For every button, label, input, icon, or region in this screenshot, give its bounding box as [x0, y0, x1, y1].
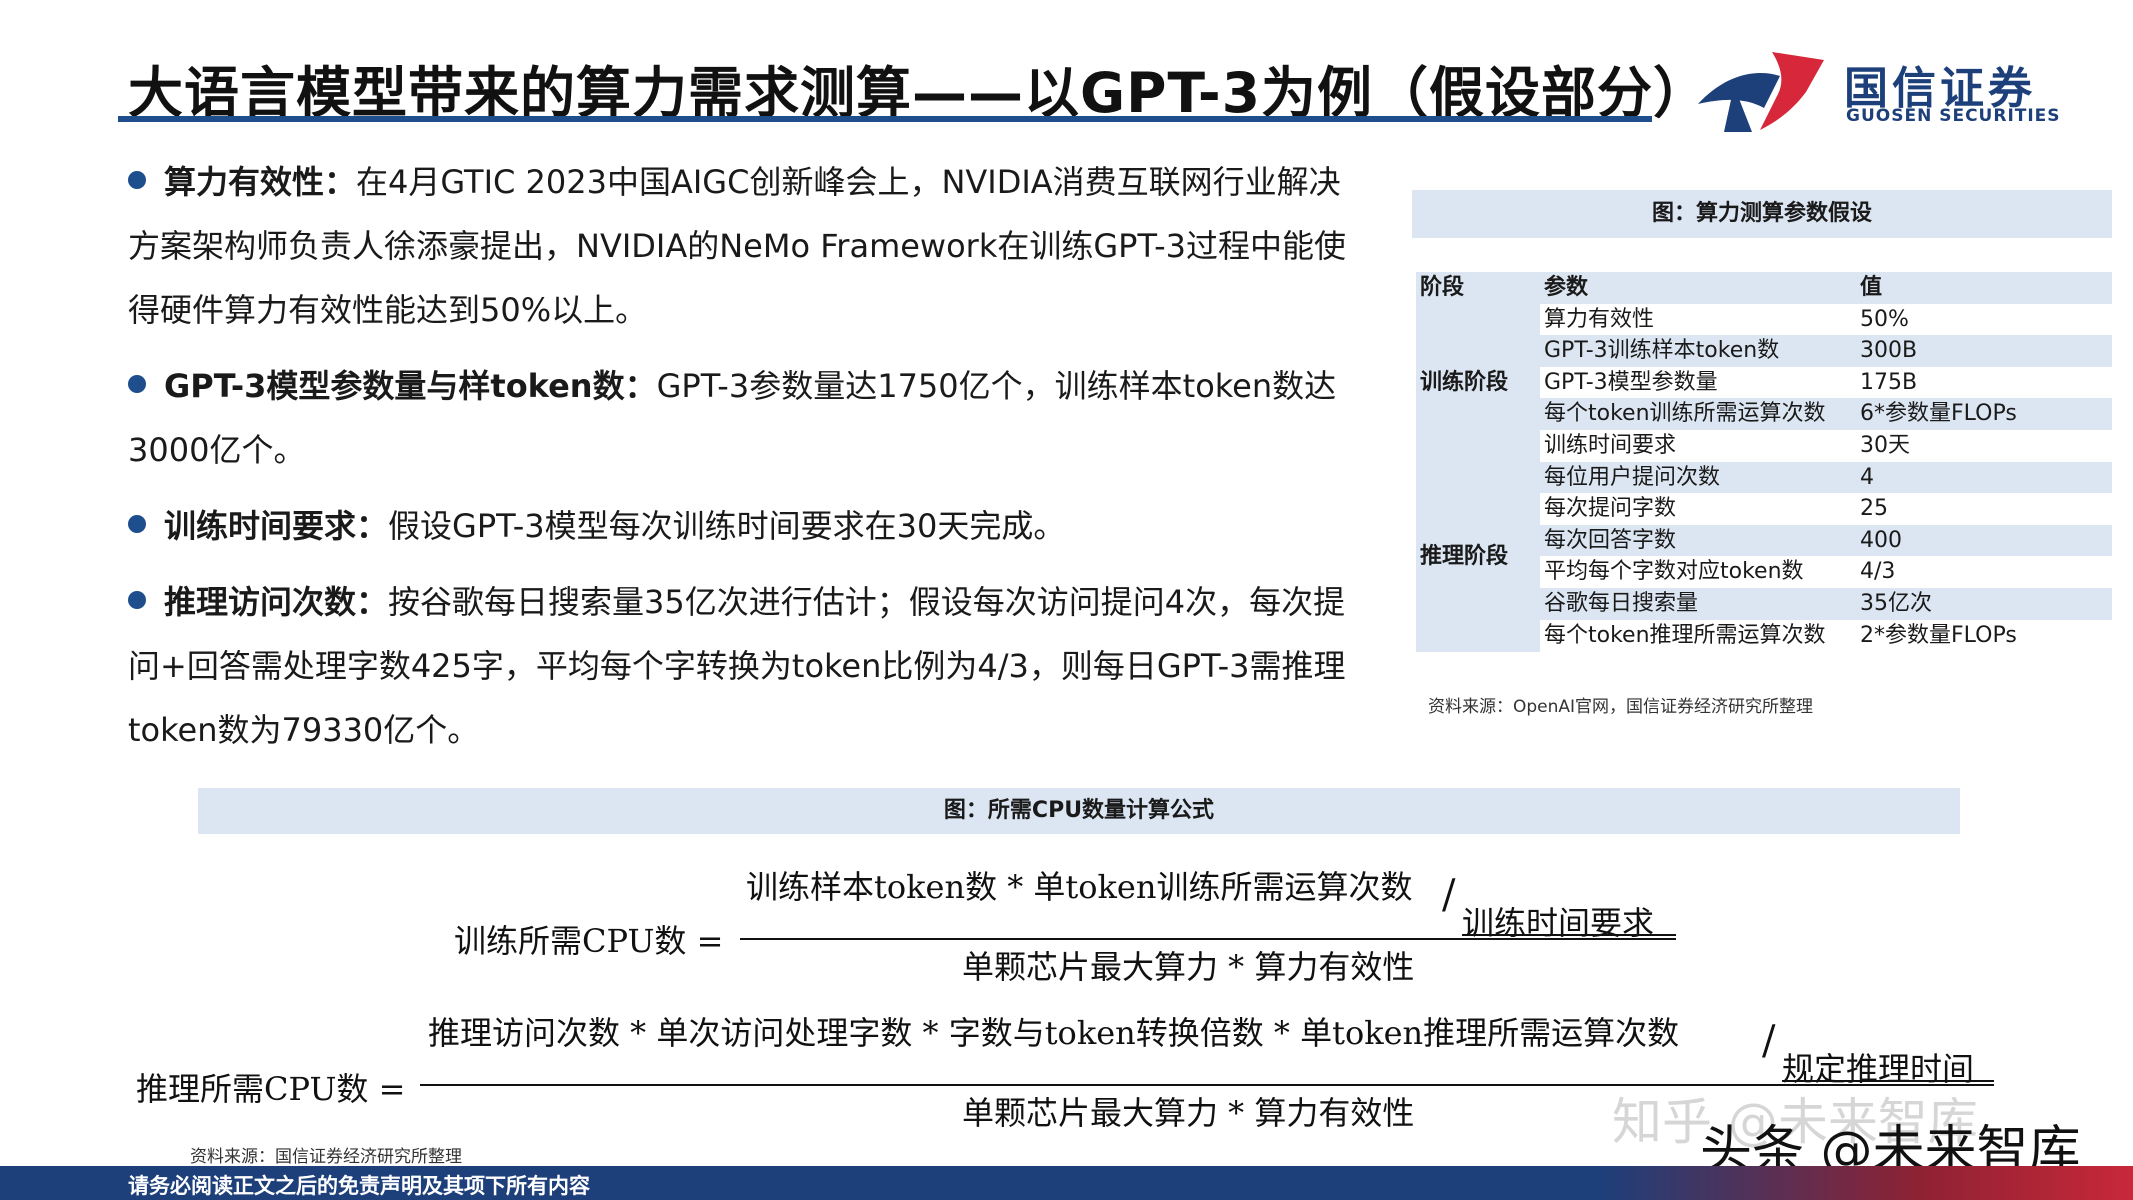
param-cell: GPT-3模型参数量: [1544, 369, 1718, 395]
train-fraction-bar: [740, 938, 1676, 940]
param-cell: 算力有效性: [1544, 306, 1655, 332]
bullet-dot-icon: [128, 515, 146, 533]
param-cell: 每个token推理所需运算次数: [1544, 622, 1826, 648]
bullet-body: 假设GPT-3模型每次训练时间要求在30天完成。: [388, 507, 1066, 545]
infer-formula-lhs: 推理所需CPU数 =: [136, 1070, 406, 1108]
param-cell: 每位用户提问次数: [1544, 464, 1721, 490]
bullet-list: 算力有效性：在4月GTIC 2023中国AIGC创新峰会上，NVIDIA消费互联…: [128, 150, 1368, 774]
table-source: 资料来源：OpenAI官网，国信证券经济研究所整理: [1428, 697, 1814, 717]
bullet-dot-icon: [128, 375, 146, 393]
bullet-dot-icon: [128, 171, 146, 189]
bullet-item: 推理访问次数：按谷歌每日搜索量35亿次进行估计；假设每次访问提问4次，每次提问+…: [128, 570, 1368, 762]
bullet-item: 算力有效性：在4月GTIC 2023中国AIGC创新峰会上，NVIDIA消费互联…: [128, 150, 1368, 342]
footer-disclaimer: 请务必阅读正文之后的免责声明及其项下所有内容: [128, 1174, 590, 1198]
value-cell: 300B: [1860, 338, 1918, 364]
footer-accent: [1600, 1166, 2133, 1200]
stage-cell-infer: 推理阶段: [1416, 462, 1540, 652]
stage-cell-train: 训练阶段: [1416, 304, 1540, 462]
param-cell: 每次提问字数: [1544, 496, 1677, 522]
logo-text-en: GUOSEN SECURITIES: [1846, 106, 2061, 126]
value-cell: 2*参数量FLOPs: [1860, 622, 2017, 648]
bullet-item: GPT-3模型参数量与样token数：GPT-3参数量达1750亿个，训练样本t…: [128, 354, 1368, 482]
value-cell: 50%: [1860, 306, 1909, 332]
title-underline: [118, 116, 1652, 122]
guosen-logo-icon: [1698, 52, 1824, 132]
param-cell: 平均每个字数对应token数: [1544, 559, 1804, 585]
formula-source: 资料来源：国信证券经济研究所整理: [190, 1147, 462, 1167]
value-cell: 6*参数量FLOPs: [1860, 401, 2017, 427]
train-formula-lhs: 训练所需CPU数 =: [454, 922, 724, 960]
header-stage: 阶段: [1420, 275, 1465, 300]
table-header-row: 阶段 参数 值: [1416, 272, 2112, 304]
train-formula-denominator: 单颗芯片最大算力 * 算力有效性: [962, 948, 1415, 986]
fraction-slash: /: [1442, 872, 1456, 918]
value-cell: 35亿次: [1860, 590, 1932, 616]
value-cell: 175B: [1860, 369, 1918, 395]
param-cell: 每个token训练所需运算次数: [1544, 401, 1826, 427]
param-cell: 训练时间要求: [1544, 432, 1677, 458]
value-cell: 30天: [1860, 432, 1910, 458]
header-param: 参数: [1544, 275, 1589, 300]
train-time-underline: [1462, 934, 1676, 936]
infer-formula-denominator: 单颗芯片最大算力 * 算力有效性: [962, 1094, 1415, 1132]
bullet-dot-icon: [128, 591, 146, 609]
value-cell: 4/3: [1860, 559, 1896, 585]
fraction-slash: /: [1762, 1018, 1776, 1064]
value-cell: 4: [1860, 464, 1874, 490]
value-cell: 400: [1860, 527, 1902, 553]
formula-title: 图：所需CPU数量计算公式: [198, 788, 1960, 834]
header-value: 值: [1860, 275, 1883, 300]
table-title: 图：算力测算参数假设: [1412, 190, 2112, 238]
param-cell: GPT-3训练样本token数: [1544, 338, 1780, 364]
param-cell: 谷歌每日搜索量: [1544, 590, 1699, 616]
bullet-head: 推理访问次数：: [164, 583, 389, 621]
infer-formula-numerator: 推理访问次数 * 单次访问处理字数 * 字数与token转换倍数 * 单toke…: [428, 1014, 1680, 1052]
bullet-head: 算力有效性：: [164, 163, 357, 201]
train-formula-numerator: 训练样本token数 * 单token训练所需运算次数: [746, 868, 1413, 906]
value-cell: 25: [1860, 496, 1888, 522]
bullet-head: GPT-3模型参数量与样token数：: [164, 367, 657, 405]
bullet-head: 训练时间要求：: [164, 507, 389, 545]
param-cell: 每次回答字数: [1544, 527, 1677, 553]
bullet-item: 训练时间要求：假设GPT-3模型每次训练时间要求在30天完成。: [128, 494, 1368, 558]
